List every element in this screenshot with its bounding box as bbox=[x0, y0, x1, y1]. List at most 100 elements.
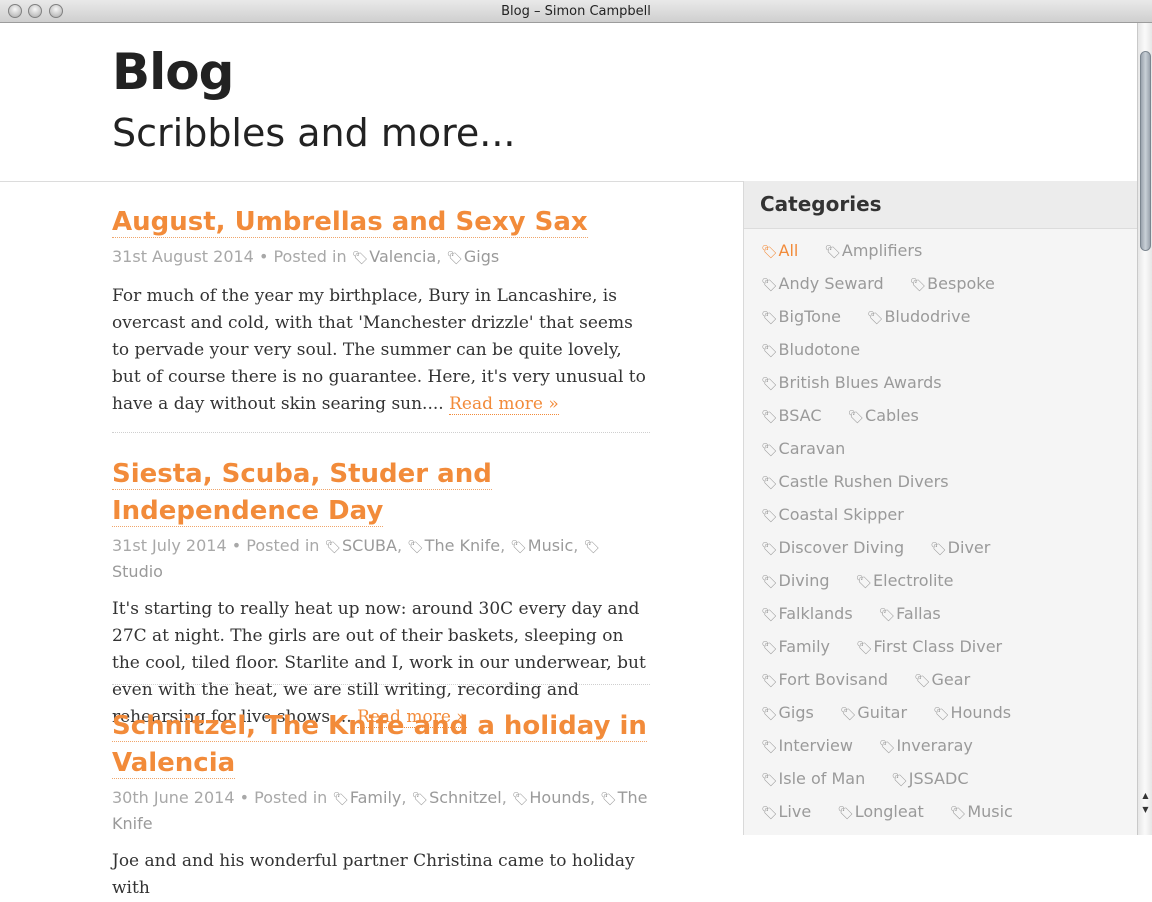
scrollbar-thumb[interactable] bbox=[1140, 51, 1151, 251]
post-tag-link[interactable]: 🏷Music bbox=[510, 536, 573, 555]
category-link[interactable]: 🏷Fallas bbox=[879, 604, 941, 623]
tag-icon: 🏷 bbox=[761, 674, 778, 689]
tag-icon: 🏷 bbox=[332, 792, 349, 807]
read-more-link[interactable]: Read more » bbox=[449, 394, 559, 415]
post-tag-link[interactable]: 🏷Gigs bbox=[446, 247, 499, 266]
tag-icon: 🏷 bbox=[411, 792, 429, 807]
post-tag-link[interactable]: 🏷Hounds bbox=[512, 788, 590, 807]
category-link[interactable]: 🏷Longleat bbox=[837, 802, 924, 821]
post-excerpt: Joe and and his wonderful partner Christ… bbox=[112, 848, 650, 902]
category-row: 🏷Castle Rushen Divers bbox=[761, 472, 975, 496]
category-link[interactable]: 🏷Hounds bbox=[933, 703, 1011, 722]
category-label: British Blues Awards bbox=[778, 373, 942, 392]
category-link[interactable]: 🏷Live bbox=[761, 802, 811, 821]
category-link[interactable]: 🏷BSAC bbox=[761, 406, 822, 425]
category-label: Castle Rushen Divers bbox=[778, 472, 949, 491]
scroll-down-arrow-icon[interactable]: ▼ bbox=[1139, 803, 1152, 817]
post-divider bbox=[112, 684, 650, 685]
post-title-link[interactable]: Siesta, Scuba, Studer and Independence D… bbox=[112, 459, 492, 527]
category-label: Gigs bbox=[778, 703, 814, 722]
vertical-scrollbar[interactable]: ▲ ▼ bbox=[1137, 23, 1152, 835]
category-link[interactable]: 🏷Bludodrive bbox=[867, 307, 971, 326]
category-link[interactable]: 🏷Interview bbox=[761, 736, 853, 755]
category-row: 🏷BSAC 🏷Cables bbox=[761, 406, 945, 430]
post-tag-link[interactable]: 🏷Schnitzel bbox=[412, 788, 502, 807]
category-link[interactable]: 🏷Music bbox=[950, 802, 1013, 821]
tag-icon: 🏷 bbox=[878, 740, 896, 755]
category-label: Fallas bbox=[896, 604, 941, 623]
tag-icon: 🏷 bbox=[761, 245, 778, 260]
category-label: Gear bbox=[931, 670, 971, 689]
category-link[interactable]: 🏷Coastal Skipper bbox=[761, 505, 904, 524]
category-row: 🏷Andy Seward 🏷Bespoke bbox=[761, 274, 1021, 298]
tag-icon: 🏷 bbox=[847, 410, 865, 425]
tag-icon: 🏷 bbox=[446, 251, 463, 266]
category-link[interactable]: 🏷BigTone bbox=[761, 307, 841, 326]
tag-icon: 🏷 bbox=[600, 792, 617, 807]
category-link[interactable]: 🏷Fort Bovisand bbox=[761, 670, 888, 689]
category-link[interactable]: 🏷Diver bbox=[930, 538, 990, 557]
tag-icon: 🏷 bbox=[761, 740, 778, 755]
category-link[interactable]: 🏷British Blues Awards bbox=[761, 373, 942, 392]
category-label: Inveraray bbox=[896, 736, 973, 755]
post-meta: 31st August 2014 • Posted in 🏷Valencia, … bbox=[112, 247, 500, 266]
category-link[interactable]: 🏷Isle of Man bbox=[761, 769, 865, 788]
posted-in-label: Posted in bbox=[254, 788, 328, 807]
category-link[interactable]: 🏷Amplifiers bbox=[824, 241, 922, 260]
category-link[interactable]: 🏷Diving bbox=[761, 571, 830, 590]
category-link[interactable]: 🏷Guitar bbox=[840, 703, 907, 722]
category-link[interactable]: 🏷Electrolite bbox=[856, 571, 954, 590]
post-excerpt-text: For much of the year my birthplace, Bury… bbox=[112, 286, 646, 414]
category-link[interactable]: 🏷Andy Seward bbox=[761, 274, 884, 293]
category-label: BSAC bbox=[778, 406, 822, 425]
post-tag-label: SCUBA bbox=[342, 536, 397, 555]
category-link[interactable]: 🏷Caravan bbox=[761, 439, 845, 458]
post-title-link[interactable]: August, Umbrellas and Sexy Sax bbox=[112, 207, 588, 238]
category-row: 🏷Coastal Skipper bbox=[761, 505, 930, 529]
category-row: 🏷BigTone 🏷Bludodrive bbox=[761, 307, 996, 331]
category-row: 🏷Falklands 🏷Fallas bbox=[761, 604, 967, 628]
tag-icon: 🏷 bbox=[949, 806, 967, 821]
category-link[interactable]: 🏷Falklands bbox=[761, 604, 853, 623]
tag-icon: 🏷 bbox=[837, 806, 854, 821]
category-link[interactable]: 🏷Family bbox=[761, 637, 830, 656]
category-row: 🏷British Blues Awards bbox=[761, 373, 968, 397]
category-link[interactable]: 🏷JSSADC bbox=[891, 769, 968, 788]
category-link[interactable]: 🏷Gigs bbox=[761, 703, 814, 722]
category-link[interactable]: 🏷Discover Diving bbox=[761, 538, 904, 557]
scroll-up-arrow-icon[interactable]: ▲ bbox=[1139, 789, 1152, 803]
category-link[interactable]: 🏷Bludotone bbox=[761, 340, 860, 359]
category-label: All bbox=[778, 241, 799, 260]
post-tag-link[interactable]: 🏷SCUBA bbox=[325, 536, 397, 555]
post-tag-label: Gigs bbox=[463, 247, 500, 266]
tag-icon: 🏷 bbox=[878, 608, 896, 623]
post-tag-label: Family bbox=[349, 788, 402, 807]
tag-icon: 🏷 bbox=[761, 344, 778, 359]
category-link[interactable]: 🏷Bespoke bbox=[910, 274, 995, 293]
category-link[interactable]: 🏷Castle Rushen Divers bbox=[761, 472, 949, 491]
post-tag-label: Hounds bbox=[529, 788, 590, 807]
category-link[interactable]: 🏷All bbox=[761, 241, 798, 260]
post-tag-link[interactable]: 🏷The Knife bbox=[407, 536, 500, 555]
tag-icon: 🏷 bbox=[761, 806, 778, 821]
post-tag-link[interactable]: 🏷Family bbox=[332, 788, 401, 807]
window-title: Blog – Simon Campbell bbox=[501, 4, 651, 19]
category-link[interactable]: 🏷Inveraray bbox=[879, 736, 973, 755]
post-date: 31st July 2014 bbox=[112, 536, 227, 555]
category-link[interactable]: 🏷Gear bbox=[914, 670, 970, 689]
post-title-link[interactable]: Schnitzel, The Knife and a holiday in Va… bbox=[112, 711, 647, 779]
post-tag-label: The Knife bbox=[424, 536, 501, 555]
category-row: 🏷Gigs 🏷Guitar 🏷Hounds bbox=[761, 703, 1037, 727]
post-tag-label: Valencia bbox=[369, 247, 437, 266]
category-label: Live bbox=[778, 802, 812, 821]
category-label: Falklands bbox=[778, 604, 853, 623]
category-link[interactable]: 🏷First Class Diver bbox=[856, 637, 1002, 656]
post-divider bbox=[112, 432, 650, 433]
tag-icon: 🏷 bbox=[761, 707, 778, 722]
page-header: Blog Scribbles and more... bbox=[0, 23, 1137, 182]
category-link[interactable]: 🏷Cables bbox=[848, 406, 919, 425]
category-label: BigTone bbox=[778, 307, 841, 326]
category-label: Music bbox=[967, 802, 1013, 821]
post-tag-link[interactable]: 🏷Valencia bbox=[352, 247, 437, 266]
post-tag-label: Schnitzel bbox=[429, 788, 502, 807]
